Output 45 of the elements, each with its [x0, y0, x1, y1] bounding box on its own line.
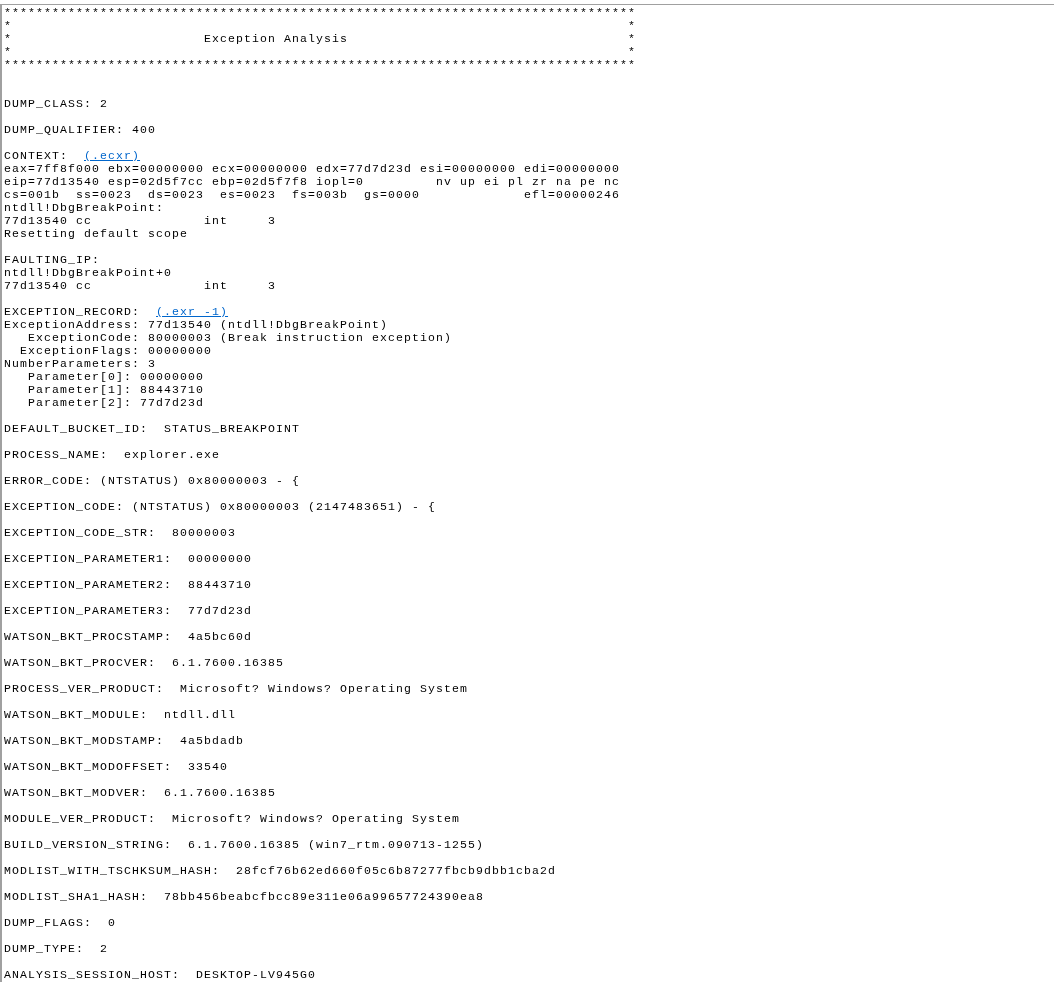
output-line: Parameter[1]: 88443710	[27, 383, 206, 396]
output-line: PROCESS_VER_PRODUCT: Microsoft? Windows? Operating System	[4, 682, 470, 695]
output-line: DUMP_CLASS: 2	[4, 97, 109, 110]
output-line: FAULTING_IP:	[4, 253, 101, 266]
output-line: eax=7ff8f000 ebx=00000000 ecx=00000000 edx=77d7d23d esi=00000000 edi=00000000	[4, 162, 622, 175]
output-line: CONTEXT: (.ecxr)	[4, 149, 142, 162]
output-line: cs=001b ss=0023 ds=0023 es=0023 fs=003b gs=0000 efl=00000246	[4, 188, 622, 201]
output-line: ntdll!DbgBreakPoint:	[4, 201, 166, 214]
output-line: BUILD_VERSION_STRING: 6.1.7600.16385 (win7_rtm.090713-1255)	[4, 838, 486, 851]
output-line: ntdll!DbgBreakPoint+0	[4, 266, 174, 279]
output-line: EXCEPTION_PARAMETER1: 00000000	[4, 552, 254, 565]
output-line: NumberParameters: 3	[4, 357, 158, 370]
output-line: ExceptionCode: 80000003 (Break instruction exception)	[27, 331, 454, 344]
output-line: EXCEPTION_CODE: (NTSTATUS) 0x80000003 (2147483651) - {	[4, 500, 438, 513]
banner-text: ******************************************************************************* * * * Exception Analysis * * * *******************************************************************************	[4, 6, 638, 71]
output-line: MODLIST_SHA1_HASH: 78bb456beabcfbcc89e311e06a99657724390ea8	[4, 890, 486, 903]
output-line: EXCEPTION_PARAMETER2: 88443710	[4, 578, 254, 591]
output-line: MODLIST_WITH_TSCHKSUM_HASH: 28fcf76b62ed660f05c6b87277fbcb9dbb1cba2d	[4, 864, 558, 877]
output-line: WATSON_BKT_MODSTAMP: 4a5bdadb	[4, 734, 246, 747]
output-line: WATSON_BKT_PROCVER: 6.1.7600.16385	[4, 656, 286, 669]
output-line: 77d13540 cc int 3	[4, 214, 278, 227]
output-line: ERROR_CODE: (NTSTATUS) 0x80000003 - {	[4, 474, 302, 487]
output-line: ANALYSIS_SESSION_HOST: DESKTOP-LV945G0	[4, 968, 318, 981]
output-line: MODULE_VER_PRODUCT: Microsoft? Windows? Operating System	[4, 812, 462, 825]
output-line: WATSON_BKT_MODULE: ntdll.dll	[4, 708, 238, 721]
output-line: WATSON_BKT_MODOFFSET: 33540	[4, 760, 230, 773]
output-line: DEFAULT_BUCKET_ID: STATUS_BREAKPOINT	[4, 422, 302, 435]
output-line: EXCEPTION_CODE_STR: 80000003	[4, 526, 238, 539]
output-line: DUMP_QUALIFIER: 400	[4, 123, 158, 136]
output-line: EXCEPTION_RECORD: (.exr -1)	[4, 305, 230, 318]
output-line: WATSON_BKT_PROCSTAMP: 4a5bc60d	[4, 630, 254, 643]
output-line: WATSON_BKT_MODVER: 6.1.7600.16385	[4, 786, 278, 799]
command-link[interactable]: (.ecxr)	[84, 149, 141, 162]
output-line: Parameter[0]: 00000000	[27, 370, 206, 383]
output-line: ExceptionFlags: 00000000	[19, 344, 214, 357]
output-line: ExceptionAddress: 77d13540 (ntdll!DbgBreakPoint)	[4, 318, 390, 331]
output-line: EXCEPTION_PARAMETER3: 77d7d23d	[4, 604, 254, 617]
output-line: PROCESS_NAME: explorer.exe	[4, 448, 222, 461]
output-line: DUMP_TYPE: 2	[4, 942, 109, 955]
output-line: DUMP_FLAGS: 0	[4, 916, 117, 929]
output-line: Parameter[2]: 77d7d23d	[27, 396, 206, 409]
output-line: Resetting default scope	[4, 227, 190, 240]
output-line: eip=77d13540 esp=02d5f7cc ebp=02d5f7f8 iopl=0 nv up ei pl zr na pe nc	[4, 175, 622, 188]
output-line: 77d13540 cc int 3	[4, 279, 278, 292]
command-link[interactable]: (.exr -1)	[156, 305, 229, 318]
